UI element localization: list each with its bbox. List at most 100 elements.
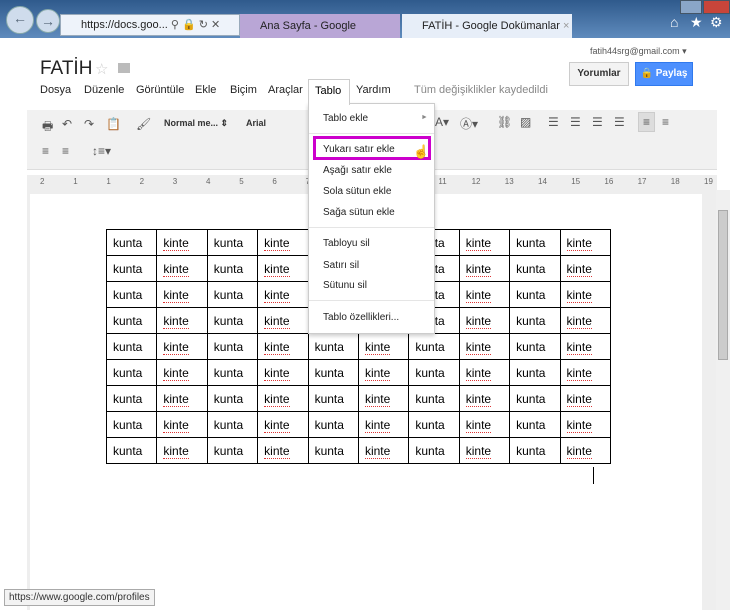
font-select[interactable]: Arial — [246, 118, 266, 128]
table-cell[interactable]: kunta — [408, 385, 460, 412]
table-cell[interactable]: kunta — [105, 359, 158, 386]
table-cell[interactable]: kunta — [105, 307, 158, 334]
table-cell[interactable]: kunta — [509, 255, 561, 282]
table-cell[interactable]: kinte — [156, 437, 208, 464]
close-window-button[interactable] — [703, 0, 730, 14]
table-cell[interactable]: kinte — [458, 359, 511, 386]
table-cell[interactable]: kunta — [509, 229, 561, 256]
table-cell[interactable]: kunta — [307, 411, 359, 438]
style-select[interactable]: Normal me... ⇕ — [164, 118, 228, 129]
table-cell[interactable]: kunta — [408, 359, 460, 386]
table-cell[interactable]: kunta — [105, 281, 158, 308]
image-icon[interactable]: ▨ — [520, 115, 531, 129]
table-cell[interactable]: kinte — [458, 307, 511, 334]
table-cell[interactable]: kunta — [509, 307, 561, 334]
star-icon[interactable]: ☆ — [95, 60, 108, 78]
align-center-icon[interactable]: ≡ — [662, 115, 669, 129]
table-cell[interactable]: kinte — [559, 333, 611, 360]
table-cell[interactable]: kinte — [458, 281, 511, 308]
table-cell[interactable]: kunta — [408, 333, 460, 360]
paste-icon[interactable]: 📋 — [106, 117, 121, 131]
account-email[interactable]: fatih44srg@gmail.com ▾ — [590, 46, 687, 57]
menu-item-table-properties[interactable]: Tablo özellikleri... — [323, 312, 399, 323]
table-cell[interactable]: kinte — [458, 437, 511, 464]
table-cell[interactable]: kinte — [458, 229, 511, 256]
table-cell[interactable]: kinte — [559, 385, 611, 412]
gear-icon[interactable]: ⚙ — [710, 14, 723, 31]
table-cell[interactable]: kinte — [156, 359, 208, 386]
table-cell[interactable]: kinte — [559, 229, 611, 256]
menu-item-insert-column-left[interactable]: Sola sütun ekle — [323, 186, 391, 197]
table-cell[interactable]: kinte — [257, 281, 309, 308]
table-cell[interactable]: kinte — [559, 255, 611, 282]
link-icon[interactable]: ⛓ — [497, 115, 512, 129]
table-cell[interactable]: kunta — [307, 437, 359, 464]
back-button[interactable]: ← — [6, 6, 34, 34]
highlight-color-icon[interactable]: Ⓐ▾ — [460, 115, 478, 132]
share-button[interactable]: 🔒 Paylaş — [635, 62, 693, 86]
table-cell[interactable]: kinte — [257, 385, 309, 412]
table-cell[interactable]: kinte — [257, 333, 309, 360]
table-cell[interactable]: kunta — [206, 411, 259, 438]
table-cell[interactable]: kinte — [559, 359, 611, 386]
menu-ekle[interactable]: Ekle — [195, 84, 216, 96]
table-cell[interactable]: kinte — [357, 385, 410, 412]
table-cell[interactable]: kinte — [458, 333, 511, 360]
comments-button[interactable]: Yorumlar — [569, 62, 629, 86]
line-spacing-icon[interactable]: ↕≡▾ — [92, 144, 111, 158]
table-cell[interactable]: kinte — [458, 411, 511, 438]
table-cell[interactable]: kinte — [559, 281, 611, 308]
table-cell[interactable]: kunta — [105, 229, 158, 256]
table-cell[interactable]: kunta — [206, 281, 259, 308]
bulleted-list-icon[interactable]: ☰ — [570, 115, 581, 129]
table-cell[interactable]: kinte — [156, 333, 208, 360]
table-cell[interactable]: kunta — [105, 255, 158, 282]
numbered-list-icon[interactable]: ☰ — [548, 115, 559, 129]
table-cell[interactable]: kinte — [458, 385, 511, 412]
home-icon[interactable]: ⌂ — [670, 14, 678, 30]
vertical-scrollbar[interactable] — [716, 190, 730, 610]
tab-fatih[interactable]: FATİH - Google Dokümanlar × — [402, 14, 572, 38]
table-cell[interactable]: kunta — [105, 411, 158, 438]
table-cell[interactable]: kunta — [509, 411, 561, 438]
tab-home[interactable]: Ana Sayfa - Google Dokümanlar — [240, 14, 400, 56]
table-cell[interactable]: kinte — [257, 411, 309, 438]
table-cell[interactable]: kunta — [206, 229, 259, 256]
menu-goruntule[interactable]: Görüntüle — [136, 84, 184, 96]
table-cell[interactable]: kinte — [156, 385, 208, 412]
table-cell[interactable]: kunta — [307, 359, 359, 386]
align-left-icon[interactable]: ≡ — [638, 112, 656, 132]
table-cell[interactable]: kinte — [357, 359, 410, 386]
menu-dosya[interactable]: Dosya — [40, 84, 71, 96]
menu-item-insert-row-above[interactable]: Yukarı satır ekle — [323, 144, 395, 155]
table-cell[interactable]: kinte — [357, 411, 410, 438]
table-cell[interactable]: kunta — [509, 359, 561, 386]
table-cell[interactable]: kunta — [105, 333, 158, 360]
table-cell[interactable]: kunta — [509, 385, 561, 412]
table-cell[interactable]: kinte — [458, 255, 511, 282]
table-cell[interactable]: kunta — [206, 385, 259, 412]
star-icon[interactable]: ★ — [690, 14, 703, 31]
table-cell[interactable]: kinte — [257, 437, 309, 464]
menu-item-delete-row[interactable]: Satırı sil — [323, 260, 359, 271]
table-cell[interactable]: kunta — [206, 307, 259, 334]
menu-bicim[interactable]: Biçim — [230, 84, 257, 96]
paint-format-icon[interactable]: 🖌 — [136, 117, 151, 131]
increase-indent-icon[interactable]: ☰ — [614, 115, 625, 129]
menu-item-delete-table[interactable]: Tabloyu sil — [323, 238, 370, 249]
table-cell[interactable]: kinte — [156, 281, 208, 308]
table-cell[interactable]: kunta — [206, 333, 259, 360]
menu-item-delete-column[interactable]: Sütunu sil — [323, 280, 367, 291]
table-cell[interactable]: kinte — [257, 255, 309, 282]
address-bar[interactable]: https://docs.goo... ⚲ 🔒 ↻ ✕ — [60, 14, 240, 36]
menu-duzenle[interactable]: Düzenle — [84, 84, 124, 96]
decrease-indent-icon[interactable]: ☰ — [592, 115, 603, 129]
table-cell[interactable]: kinte — [559, 307, 611, 334]
folder-icon[interactable] — [118, 63, 130, 73]
table-cell[interactable]: kinte — [257, 359, 309, 386]
menu-tablo[interactable]: Tablo — [308, 79, 350, 105]
table-cell[interactable]: kunta — [105, 385, 158, 412]
print-icon[interactable]: 🖶 — [42, 117, 53, 138]
table-cell[interactable]: kunta — [105, 437, 158, 464]
redo-icon[interactable]: ↷ — [84, 117, 94, 131]
